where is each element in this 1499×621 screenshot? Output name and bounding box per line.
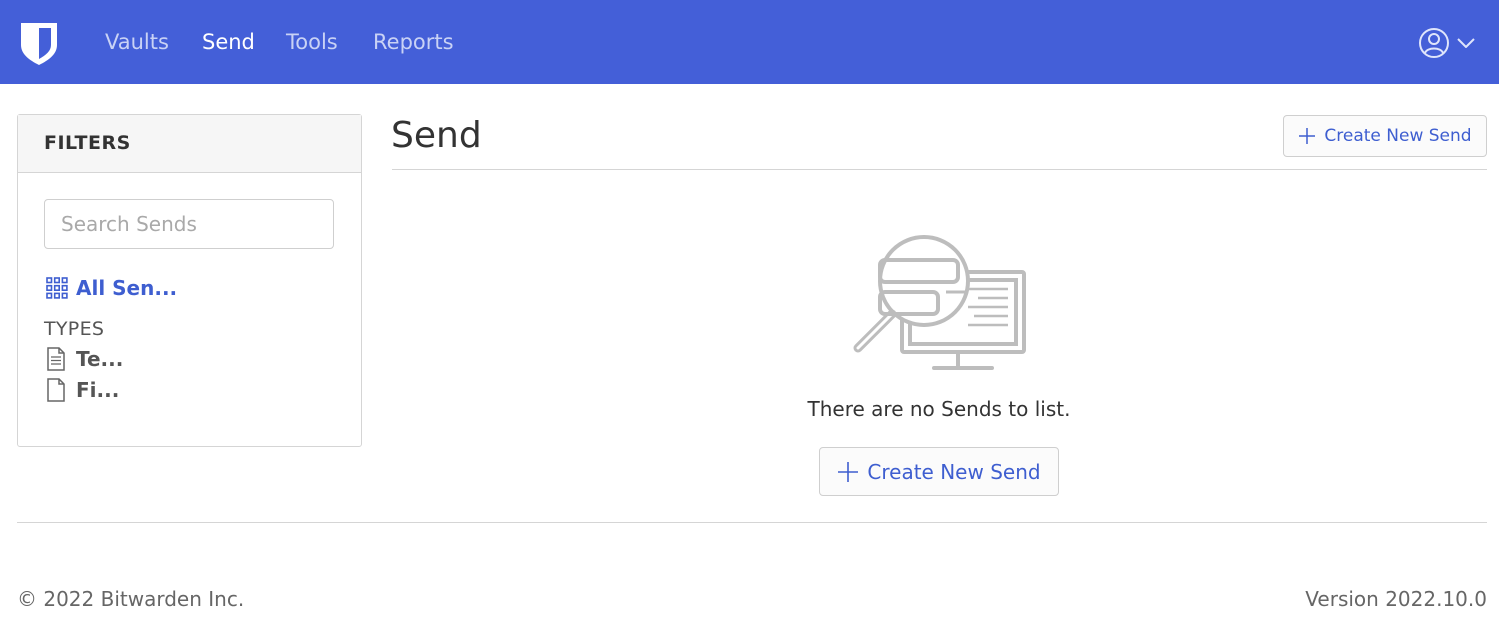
filters-panel: FILTERS All Sen... TYPES Te... Fi... xyxy=(17,114,362,447)
footer-divider xyxy=(17,522,1487,523)
footer-copyright: © 2022 Bitwarden Inc. xyxy=(17,587,245,611)
caret-down-icon xyxy=(1457,38,1475,48)
user-circle-icon xyxy=(1419,28,1449,58)
plus-icon xyxy=(1298,127,1316,145)
footer-version: Version 2022.10.0 xyxy=(1305,587,1487,611)
filter-type-file[interactable]: Fi... xyxy=(46,376,119,404)
nav-vaults[interactable]: Vaults xyxy=(105,29,169,55)
plus-icon xyxy=(837,461,859,483)
filter-all-sends[interactable]: All Sen... xyxy=(46,273,177,303)
account-menu[interactable] xyxy=(1415,26,1479,60)
filter-type-file-label: Fi... xyxy=(76,378,120,402)
create-new-send-label: Create New Send xyxy=(1324,126,1472,146)
no-results-illustration-icon xyxy=(853,235,1026,370)
bitwarden-logo-icon[interactable] xyxy=(19,21,59,66)
create-new-send-empty-button[interactable]: Create New Send xyxy=(819,447,1059,496)
filters-heading: FILTERS xyxy=(18,115,361,173)
title-divider xyxy=(392,169,1487,170)
nav-tools[interactable]: Tools xyxy=(286,29,338,55)
nav-send[interactable]: Send xyxy=(202,29,255,55)
search-sends-input[interactable] xyxy=(44,199,334,249)
filter-all-label: All Sen... xyxy=(76,276,178,300)
create-new-send-empty-label: Create New Send xyxy=(867,459,1041,484)
empty-state-message: There are no Sends to list. xyxy=(807,397,1071,421)
create-new-send-button[interactable]: Create New Send xyxy=(1283,115,1487,157)
file-icon xyxy=(47,378,65,402)
filter-type-text-label: Te... xyxy=(76,347,124,371)
grid-icon xyxy=(46,277,68,299)
page-title: Send xyxy=(391,115,482,156)
filter-type-text[interactable]: Te... xyxy=(46,345,123,373)
top-navbar: Vaults Send Tools Reports xyxy=(0,0,1499,84)
nav-reports[interactable]: Reports xyxy=(373,29,454,55)
types-heading: TYPES xyxy=(44,318,105,340)
file-text-icon xyxy=(47,347,65,371)
